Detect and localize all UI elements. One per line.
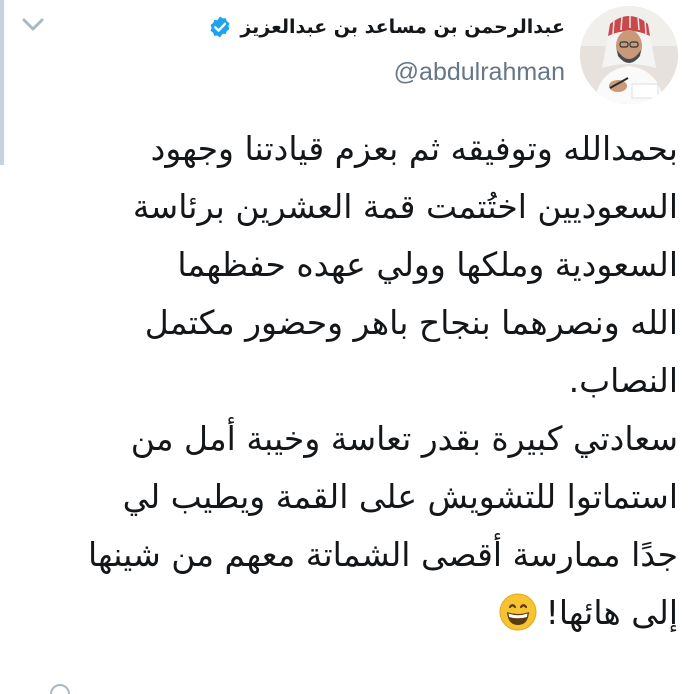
- display-name[interactable]: عبدالرحمن بن مساعد بن عبدالعزيز: [240, 16, 565, 38]
- avatar[interactable]: [580, 6, 678, 104]
- tweet-line: سعادتي كبيرة بقدر تعاسة وخيبة أمل من: [130, 419, 678, 458]
- name-row: عبدالرحمن بن مساعد بن عبدالعزيز: [145, 10, 565, 44]
- thread-line: [0, 0, 4, 165]
- tweet-line: الله ونصرهما بنجاح باهر وحضور مكتمل: [144, 303, 678, 342]
- tweet-line: السعوديين اختُتمت قمة العشرين برئاسة: [132, 187, 678, 226]
- tweet-line-last: إلى هائها!: [60, 584, 678, 642]
- author-header[interactable]: عبدالرحمن بن مساعد بن عبدالعزيز @abdulra…: [145, 10, 565, 87]
- chevron-down-icon[interactable]: [20, 14, 46, 34]
- tweet-line: بحمدالله وتوفيقه ثم بعزم قيادتنا وجهود: [150, 129, 678, 168]
- grinning-face-emoji-icon: [498, 592, 538, 632]
- handle[interactable]: @abdulrahman: [145, 58, 565, 87]
- tweet-line: السعودية وملكها وولي عهده حفظهما: [177, 245, 678, 284]
- tweet-line: إلى هائها!: [545, 593, 678, 632]
- tweet-line: جدًا ممارسة أقصى الشماتة معهم من شينها: [87, 535, 678, 574]
- verified-badge-icon: [208, 15, 232, 39]
- tweet-text: بحمدالله وتوفيقه ثم بعزم قيادتنا وجهود ا…: [60, 120, 678, 642]
- reply-icon[interactable]: [50, 684, 70, 694]
- tweet-line: استماتوا للتشويش على القمة ويطيب لي: [122, 477, 678, 516]
- tweet-line: النصاب.: [568, 361, 678, 400]
